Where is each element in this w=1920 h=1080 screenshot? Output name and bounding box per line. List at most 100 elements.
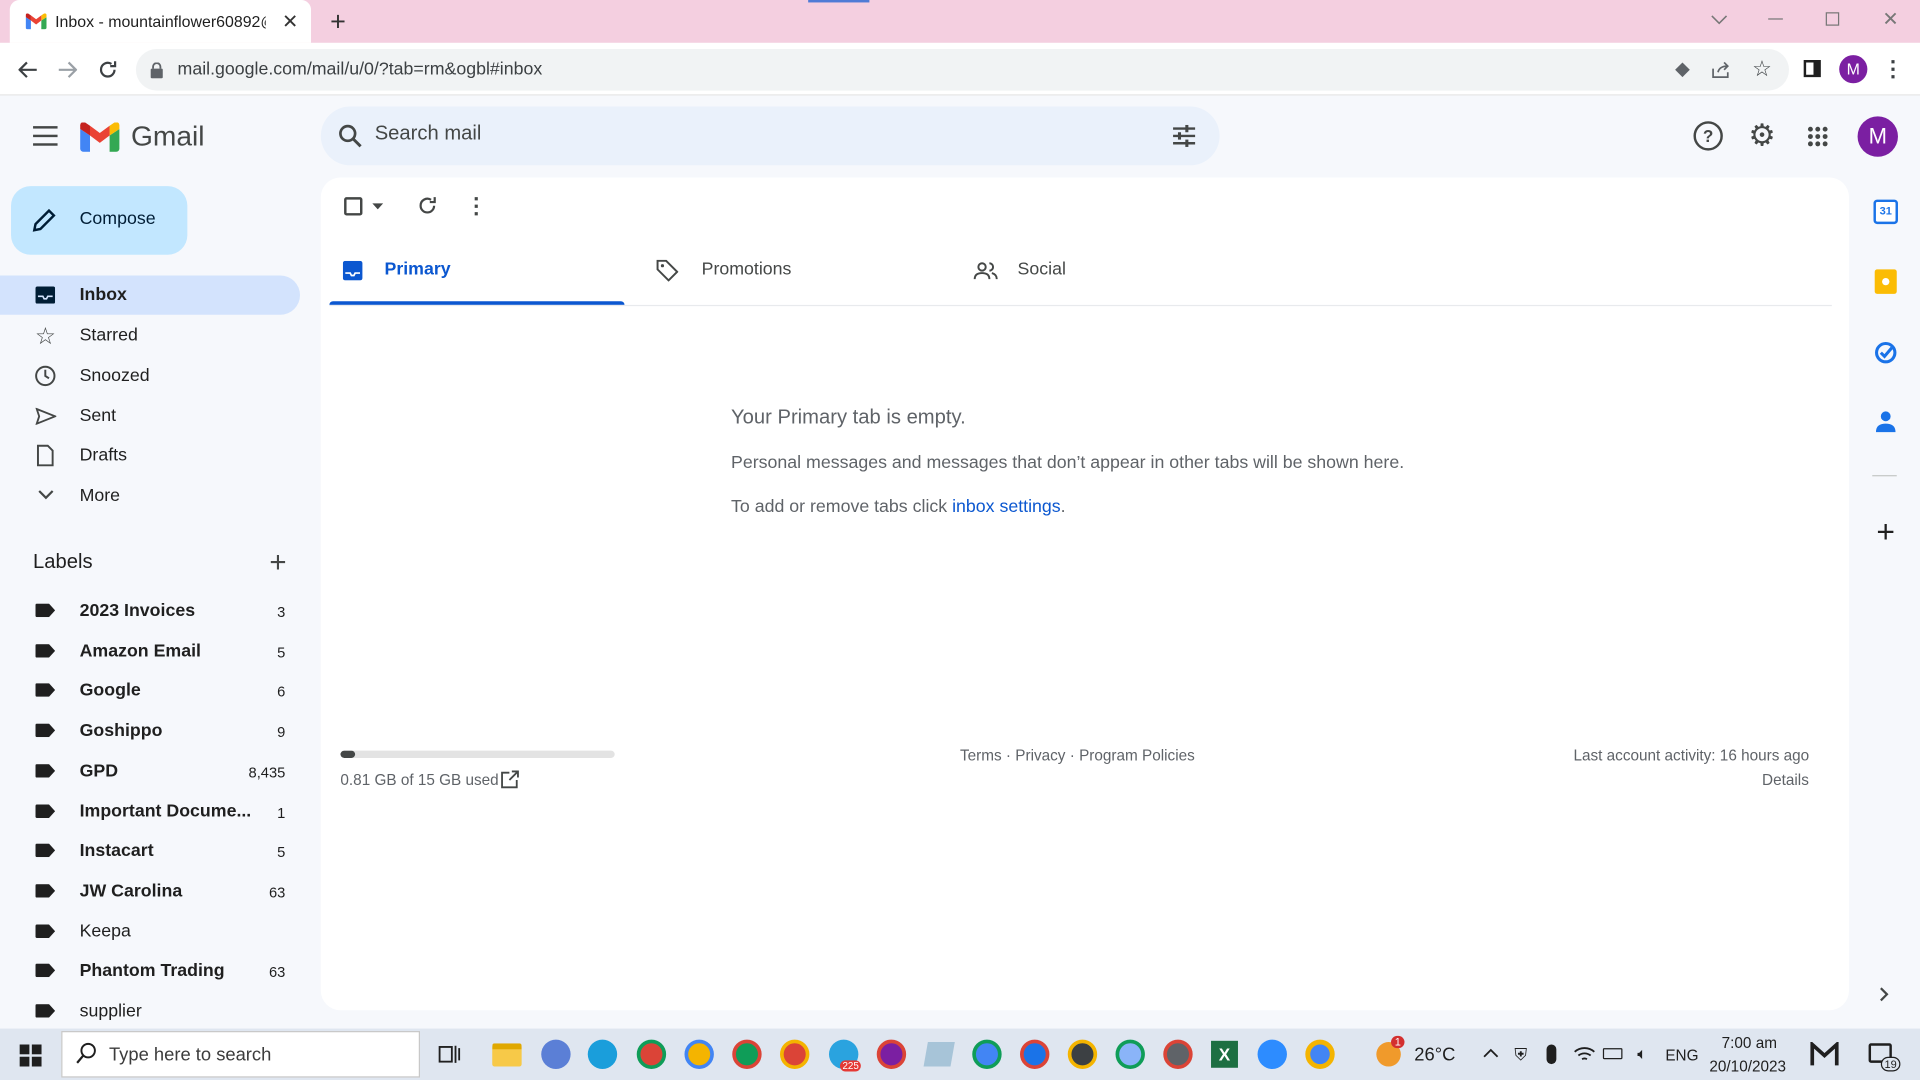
empty-settings-prefix: To add or remove tabs click (731, 497, 953, 517)
label-name: Important Docume... (79, 801, 252, 822)
chrome-profile-icon[interactable] (636, 1039, 667, 1069)
telegram-badge: 225 (840, 1060, 862, 1072)
notepad-icon[interactable] (923, 1042, 955, 1067)
calendar-icon[interactable]: 31 (1873, 199, 1898, 225)
edge-icon[interactable] (587, 1039, 618, 1069)
chrome-profile-icon[interactable] (1020, 1039, 1050, 1069)
lock-icon[interactable] (148, 61, 165, 78)
chrome-profile-icon[interactable] (972, 1039, 1002, 1069)
primary-inbox-icon (342, 260, 363, 281)
apps-grid-icon[interactable] (1807, 126, 1828, 147)
task-view-icon[interactable] (438, 1043, 461, 1065)
tab-social[interactable] (959, 240, 1253, 306)
chrome-icon[interactable] (1305, 1039, 1335, 1069)
search-icon[interactable] (337, 122, 364, 149)
add-label-icon[interactable]: + (264, 546, 291, 579)
taskbar-time[interactable]: 7:00 am (1722, 1035, 1777, 1052)
chrome-profile-icon[interactable] (732, 1039, 762, 1069)
nav-label-sent: Sent (79, 406, 117, 427)
forward-icon[interactable] (54, 56, 81, 83)
storage-bar-fill (340, 750, 356, 758)
gmail-wordmark[interactable]: Gmail (131, 120, 205, 153)
excel-icon[interactable]: X (1211, 1040, 1238, 1068)
chrome-profile-icon[interactable] (876, 1039, 907, 1069)
new-tab-icon[interactable]: + (323, 6, 352, 37)
windows-start-icon[interactable] (19, 1044, 42, 1067)
label-name: Instacart (79, 841, 154, 862)
chrome-menu-icon[interactable]: ⋮ (1882, 56, 1904, 80)
terms-link[interactable]: Terms (960, 747, 1002, 764)
app-logo-icon[interactable] (1810, 1042, 1839, 1066)
close-tab-icon[interactable]: ✕ (279, 11, 301, 33)
chrome-profile-icon[interactable] (1115, 1039, 1145, 1069)
snipping-tool-icon[interactable] (541, 1039, 571, 1069)
label-tag-icon (35, 723, 56, 738)
share-icon[interactable] (1709, 58, 1733, 82)
label-tag-icon (35, 643, 56, 658)
security-icon[interactable]: ⛨ (1510, 1043, 1532, 1065)
select-dropdown-icon[interactable] (372, 203, 384, 210)
account-avatar[interactable]: M (1857, 116, 1898, 157)
system-tray-chevron-icon[interactable] (1483, 1048, 1499, 1058)
inbox-settings-link[interactable]: inbox settings (952, 497, 1061, 517)
chrome-profile-icon[interactable] (684, 1039, 714, 1069)
chrome-profile-icon[interactable] (1163, 1039, 1193, 1069)
weather-temperature[interactable]: 26°C (1414, 1044, 1455, 1065)
wifi-icon[interactable] (1573, 1043, 1595, 1065)
zoom-icon[interactable] (1257, 1039, 1287, 1069)
tasks-icon[interactable] (1875, 341, 1897, 364)
label-tag-icon (35, 883, 56, 898)
get-addons-icon[interactable]: + (1871, 512, 1900, 549)
taskbar-search-icon (76, 1042, 98, 1064)
external-link-icon[interactable] (501, 770, 519, 789)
language-indicator[interactable]: ENG (1665, 1047, 1698, 1064)
label-tag-icon (35, 924, 56, 938)
reload-icon[interactable] (94, 56, 121, 83)
label-name: Google (79, 681, 141, 701)
pencil-icon (32, 208, 56, 232)
file-explorer-icon[interactable] (492, 1043, 522, 1067)
search-options-icon[interactable] (1171, 122, 1198, 149)
tab-label-primary: Primary (384, 259, 451, 280)
side-panel-icon[interactable] (1803, 60, 1821, 78)
chrome-profile-icon[interactable] (1067, 1039, 1098, 1069)
close-window-icon[interactable]: ✕ (1878, 7, 1902, 31)
browser-tab-title: Inbox - mountainflower60892@ (55, 12, 266, 31)
weather-badge: 1 (1391, 1035, 1405, 1049)
back-icon[interactable] (15, 56, 42, 83)
label-name: supplier (79, 1001, 142, 1022)
keep-icon[interactable] (1874, 269, 1897, 294)
restore-icon[interactable] (1825, 12, 1840, 26)
privacy-link[interactable]: Privacy (1015, 747, 1065, 764)
microphone-icon[interactable] (1546, 1044, 1557, 1065)
profile-avatar[interactable]: M (1839, 55, 1868, 84)
tab-search-icon[interactable] (1707, 7, 1731, 31)
storage-usage: 0.81 GB of 15 GB used (340, 771, 499, 789)
nav-label-drafts: Drafts (79, 445, 127, 466)
select-all-checkbox[interactable] (344, 197, 363, 216)
refresh-icon[interactable] (418, 196, 438, 216)
url-text[interactable]: mail.google.com/mail/u/0/?tab=rm&ogbl#in… (178, 60, 543, 80)
label-unread-count: 3 (277, 603, 286, 621)
search-input[interactable]: Search mail (375, 122, 482, 145)
taskbar-search-input[interactable]: Type here to search (109, 1044, 271, 1065)
install-app-icon[interactable] (1670, 58, 1694, 82)
contacts-icon[interactable] (1875, 410, 1896, 433)
minimize-icon[interactable] (1768, 18, 1783, 20)
bookmark-star-icon[interactable]: ☆ (1750, 56, 1774, 80)
tab-label-promotions: Promotions (701, 259, 792, 280)
battery-icon[interactable] (1602, 1048, 1623, 1060)
people-icon (973, 261, 998, 281)
tab-primary[interactable] (329, 240, 623, 306)
chrome-profile-icon[interactable] (780, 1039, 810, 1069)
volume-icon[interactable]: 🔈︎ (1631, 1043, 1653, 1065)
main-menu-icon[interactable] (33, 126, 58, 146)
details-link[interactable]: Details (1762, 771, 1809, 788)
more-actions-icon[interactable]: ⋮ (465, 193, 487, 217)
taskbar-date[interactable]: 20/10/2023 (1709, 1058, 1786, 1075)
program-policies-link[interactable]: Program Policies (1079, 747, 1195, 764)
gmail-logo-icon[interactable] (80, 122, 120, 152)
settings-gear-icon[interactable]: ⚙ (1746, 119, 1778, 153)
show-side-panel-icon[interactable] (1880, 987, 1892, 1002)
help-icon[interactable]: ? (1693, 121, 1723, 151)
